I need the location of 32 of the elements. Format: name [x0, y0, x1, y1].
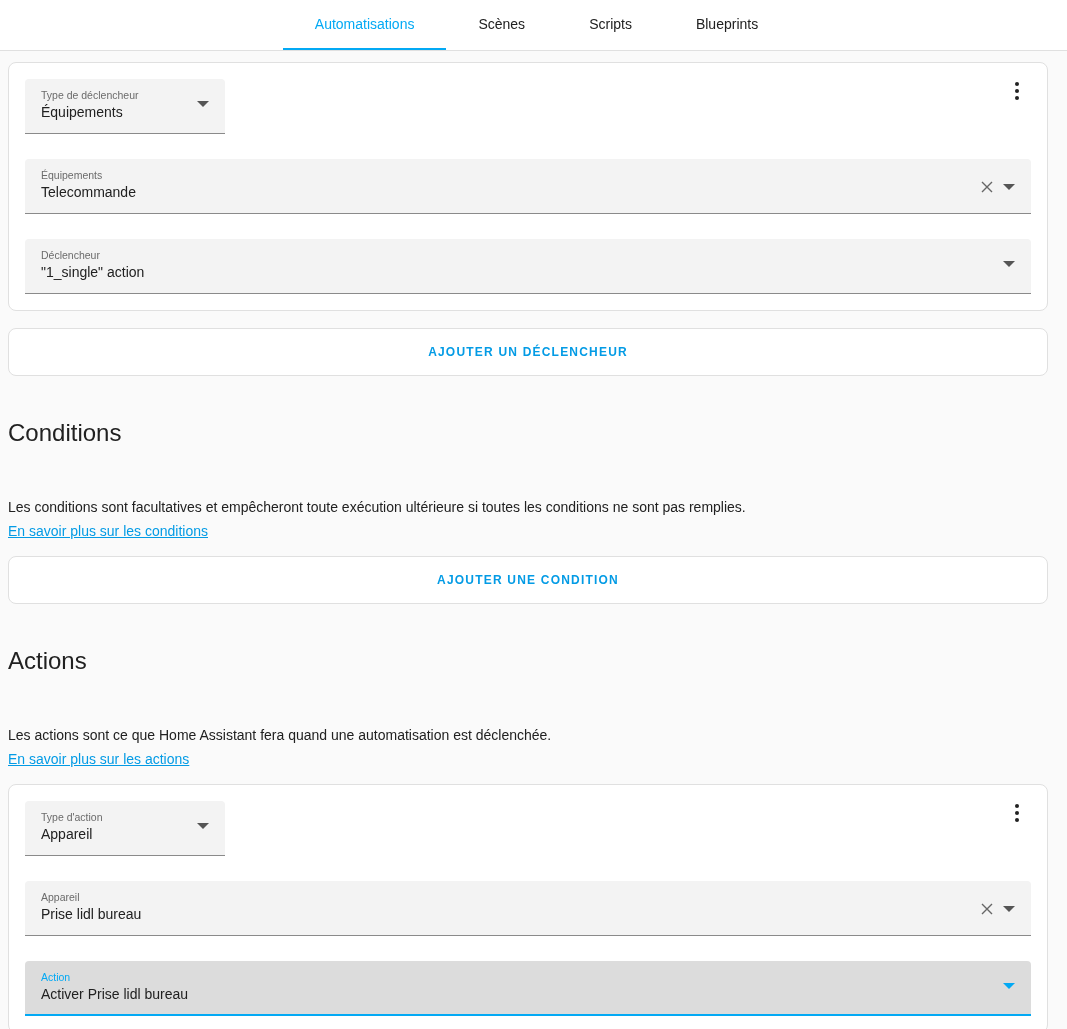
field-label: Type d'action — [41, 811, 104, 823]
section-heading: Actions — [8, 647, 88, 675]
tab[interactable]: Blueprints — [663, 0, 791, 50]
dropdown-caret-icon[interactable] — [1003, 184, 1015, 190]
field-label: Type de déclencheur — [41, 89, 140, 101]
tab[interactable]: Scripts — [557, 0, 664, 50]
clear-icon[interactable] — [981, 181, 993, 193]
dropdown-caret-icon[interactable] — [197, 823, 209, 829]
dropdown-field[interactable]: Appareil Prise lidl bureau — [25, 881, 1031, 936]
dropdown-caret-icon[interactable] — [1003, 261, 1015, 267]
dropdown-caret-icon[interactable] — [1003, 906, 1015, 912]
dropdown-field[interactable]: Type de déclencheur Équipements — [25, 79, 225, 134]
section-description: Les conditions sont facultatives et empêcheront toute exécution ultérieure si toutes les conditions ne sont pas remplies. — [8, 499, 747, 515]
dropdown-field[interactable]: Équipements Telecommande — [25, 159, 1031, 214]
field-value: Équipements — [41, 104, 124, 120]
field-label: Appareil — [41, 891, 81, 903]
field-value: Prise lidl bureau — [41, 906, 143, 922]
field-label: Déclencheur — [41, 249, 101, 261]
field-value: "1_single" action — [41, 264, 146, 280]
dropdown-caret-icon[interactable] — [197, 101, 209, 107]
field-label: Action — [41, 971, 72, 983]
field-value: Activer Prise lidl bureau — [41, 986, 190, 1002]
field-value: Appareil — [41, 826, 94, 842]
dropdown-field[interactable]: Déclencheur "1_single" action — [25, 239, 1031, 294]
section-heading: Conditions — [8, 419, 123, 447]
dropdown-field[interactable]: Action Activer Prise lidl bureau — [25, 961, 1031, 1016]
clear-icon[interactable] — [981, 903, 993, 915]
field-label: Équipements — [41, 169, 104, 181]
tab[interactable]: Scènes — [446, 0, 558, 50]
dropdown-field[interactable]: Type d'action Appareil — [25, 801, 225, 856]
section-description: Les actions sont ce que Home Assistant fera quand une automatisation est déclenchée. — [8, 727, 553, 743]
field-value: Telecommande — [41, 184, 137, 200]
